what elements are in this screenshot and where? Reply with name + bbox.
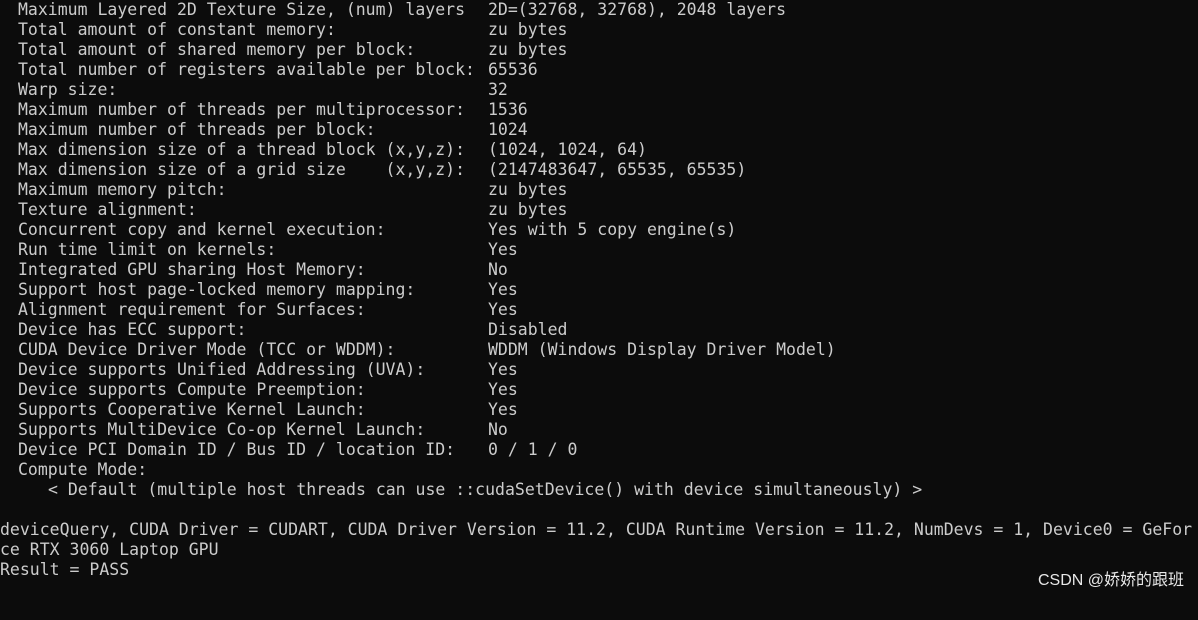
property-row-concurrent-copy: Concurrent copy and kernel execution: Ye… <box>0 220 1198 240</box>
property-label: Device PCI Domain ID / Bus ID / location… <box>18 440 456 459</box>
property-value: Disabled <box>488 320 568 339</box>
property-value: No <box>488 260 508 279</box>
property-label: Concurrent copy and kernel execution: <box>18 220 386 239</box>
property-label: Total number of registers available per … <box>18 60 475 79</box>
property-value: 1536 <box>488 100 528 119</box>
property-value: Yes <box>488 300 518 319</box>
property-value: Yes <box>488 280 518 299</box>
property-row-driver-mode: CUDA Device Driver Mode (TCC or WDDM): W… <box>0 340 1198 360</box>
property-label: Compute Mode: <box>18 460 148 479</box>
property-value: 32 <box>488 80 508 99</box>
property-row-surface-alignment: Alignment requirement for Surfaces: Yes <box>0 300 1198 320</box>
property-row-compute-mode: Compute Mode: <box>0 460 1198 480</box>
property-row-pci-ids: Device PCI Domain ID / Bus ID / location… <box>0 440 1198 460</box>
summary-line: deviceQuery, CUDA Driver = CUDART, CUDA … <box>0 520 1198 540</box>
property-row-run-time-limit: Run time limit on kernels: Yes <box>0 240 1198 260</box>
property-label: Alignment requirement for Surfaces: <box>18 300 366 319</box>
csdn-watermark: CSDN @娇娇的跟班 <box>1037 572 1184 589</box>
property-row-registers: Total number of registers available per … <box>0 60 1198 80</box>
property-row-unified-addressing: Device supports Unified Addressing (UVA)… <box>0 360 1198 380</box>
property-row-max-layered-2d-texture: Maximum Layered 2D Texture Size, (num) l… <box>0 0 1198 20</box>
property-label: Maximum number of threads per block: <box>18 120 376 139</box>
property-label: Support host page-locked memory mapping: <box>18 280 416 299</box>
property-label: Device supports Compute Preemption: <box>18 380 366 399</box>
property-value: Yes <box>488 400 518 419</box>
property-label: Maximum memory pitch: <box>18 180 227 199</box>
property-row-thread-block-dims: Max dimension size of a thread block (x,… <box>0 140 1198 160</box>
property-value: zu bytes <box>488 200 568 219</box>
property-label: Supports Cooperative Kernel Launch: <box>18 400 366 419</box>
property-label: Total amount of shared memory per block: <box>18 40 416 59</box>
property-row-shared-memory: Total amount of shared memory per block:… <box>0 40 1198 60</box>
property-row-texture-alignment: Texture alignment: zu bytes <box>0 200 1198 220</box>
property-label: Warp size: <box>18 80 118 99</box>
compute-mode-detail-row: < Default (multiple host threads can use… <box>0 480 1198 500</box>
summary-line: ce RTX 3060 Laptop GPU <box>0 540 1198 560</box>
property-row-multidevice-coop-launch: Supports MultiDevice Co-op Kernel Launch… <box>0 420 1198 440</box>
property-value: No <box>488 420 508 439</box>
property-label: Supports MultiDevice Co-op Kernel Launch… <box>18 420 426 439</box>
property-row-integrated-gpu: Integrated GPU sharing Host Memory: No <box>0 260 1198 280</box>
compute-mode-detail: < Default (multiple host threads can use… <box>48 480 923 499</box>
property-label: Integrated GPU sharing Host Memory: <box>18 260 366 279</box>
property-value: (1024, 1024, 64) <box>488 140 647 159</box>
property-value: (2147483647, 65535, 65535) <box>488 160 747 179</box>
property-value: Yes <box>488 360 518 379</box>
property-value: 65536 <box>488 60 538 79</box>
property-row-memory-pitch: Maximum memory pitch: zu bytes <box>0 180 1198 200</box>
property-label: Max dimension size of a grid size (x,y,z… <box>18 160 466 179</box>
property-row-warp-size: Warp size: 32 <box>0 80 1198 100</box>
property-value: 1024 <box>488 120 528 139</box>
property-label: Device supports Unified Addressing (UVA)… <box>18 360 426 379</box>
property-value: zu bytes <box>488 180 568 199</box>
property-value: Yes <box>488 240 518 259</box>
property-value: zu bytes <box>488 20 568 39</box>
property-label: Texture alignment: <box>18 200 197 219</box>
property-value: Yes <box>488 380 518 399</box>
property-row-constant-memory: Total amount of constant memory: zu byte… <box>0 20 1198 40</box>
terminal-output[interactable]: Maximum Layered 2D Texture Size, (num) l… <box>0 0 1198 597</box>
property-row-cooperative-launch: Supports Cooperative Kernel Launch: Yes <box>0 400 1198 420</box>
property-label: CUDA Device Driver Mode (TCC or WDDM): <box>18 340 396 359</box>
property-value: Yes with 5 copy engine(s) <box>488 220 737 239</box>
property-row-threads-per-block: Maximum number of threads per block: 102… <box>0 120 1198 140</box>
result-line: Result = PASS <box>0 560 130 579</box>
property-row-compute-preemption: Device supports Compute Preemption: Yes <box>0 380 1198 400</box>
property-label: Maximum Layered 2D Texture Size, (num) l… <box>18 0 466 19</box>
property-label: Device has ECC support: <box>18 320 247 339</box>
property-row-page-locked-memory: Support host page-locked memory mapping:… <box>0 280 1198 300</box>
property-value: WDDM (Windows Display Driver Model) <box>488 340 836 359</box>
property-value: 2D=(32768, 32768), 2048 layers <box>488 0 787 19</box>
property-label: Maximum number of threads per multiproce… <box>18 100 466 119</box>
property-label: Total amount of constant memory: <box>18 20 336 39</box>
property-row-threads-per-multiprocessor: Maximum number of threads per multiproce… <box>0 100 1198 120</box>
summary-line: Result = PASS <box>0 560 1198 580</box>
device-query-summary: deviceQuery, CUDA Driver = CUDART, CUDA … <box>0 520 1193 539</box>
property-value: 0 / 1 / 0 <box>488 440 578 459</box>
device-query-summary-wrap: ce RTX 3060 Laptop GPU <box>0 540 219 559</box>
property-label: Run time limit on kernels: <box>18 240 277 259</box>
property-value: zu bytes <box>488 40 568 59</box>
property-row-ecc-support: Device has ECC support: Disabled <box>0 320 1198 340</box>
property-row-grid-size-dims: Max dimension size of a grid size (x,y,z… <box>0 160 1198 180</box>
property-label: Max dimension size of a thread block (x,… <box>18 140 466 159</box>
